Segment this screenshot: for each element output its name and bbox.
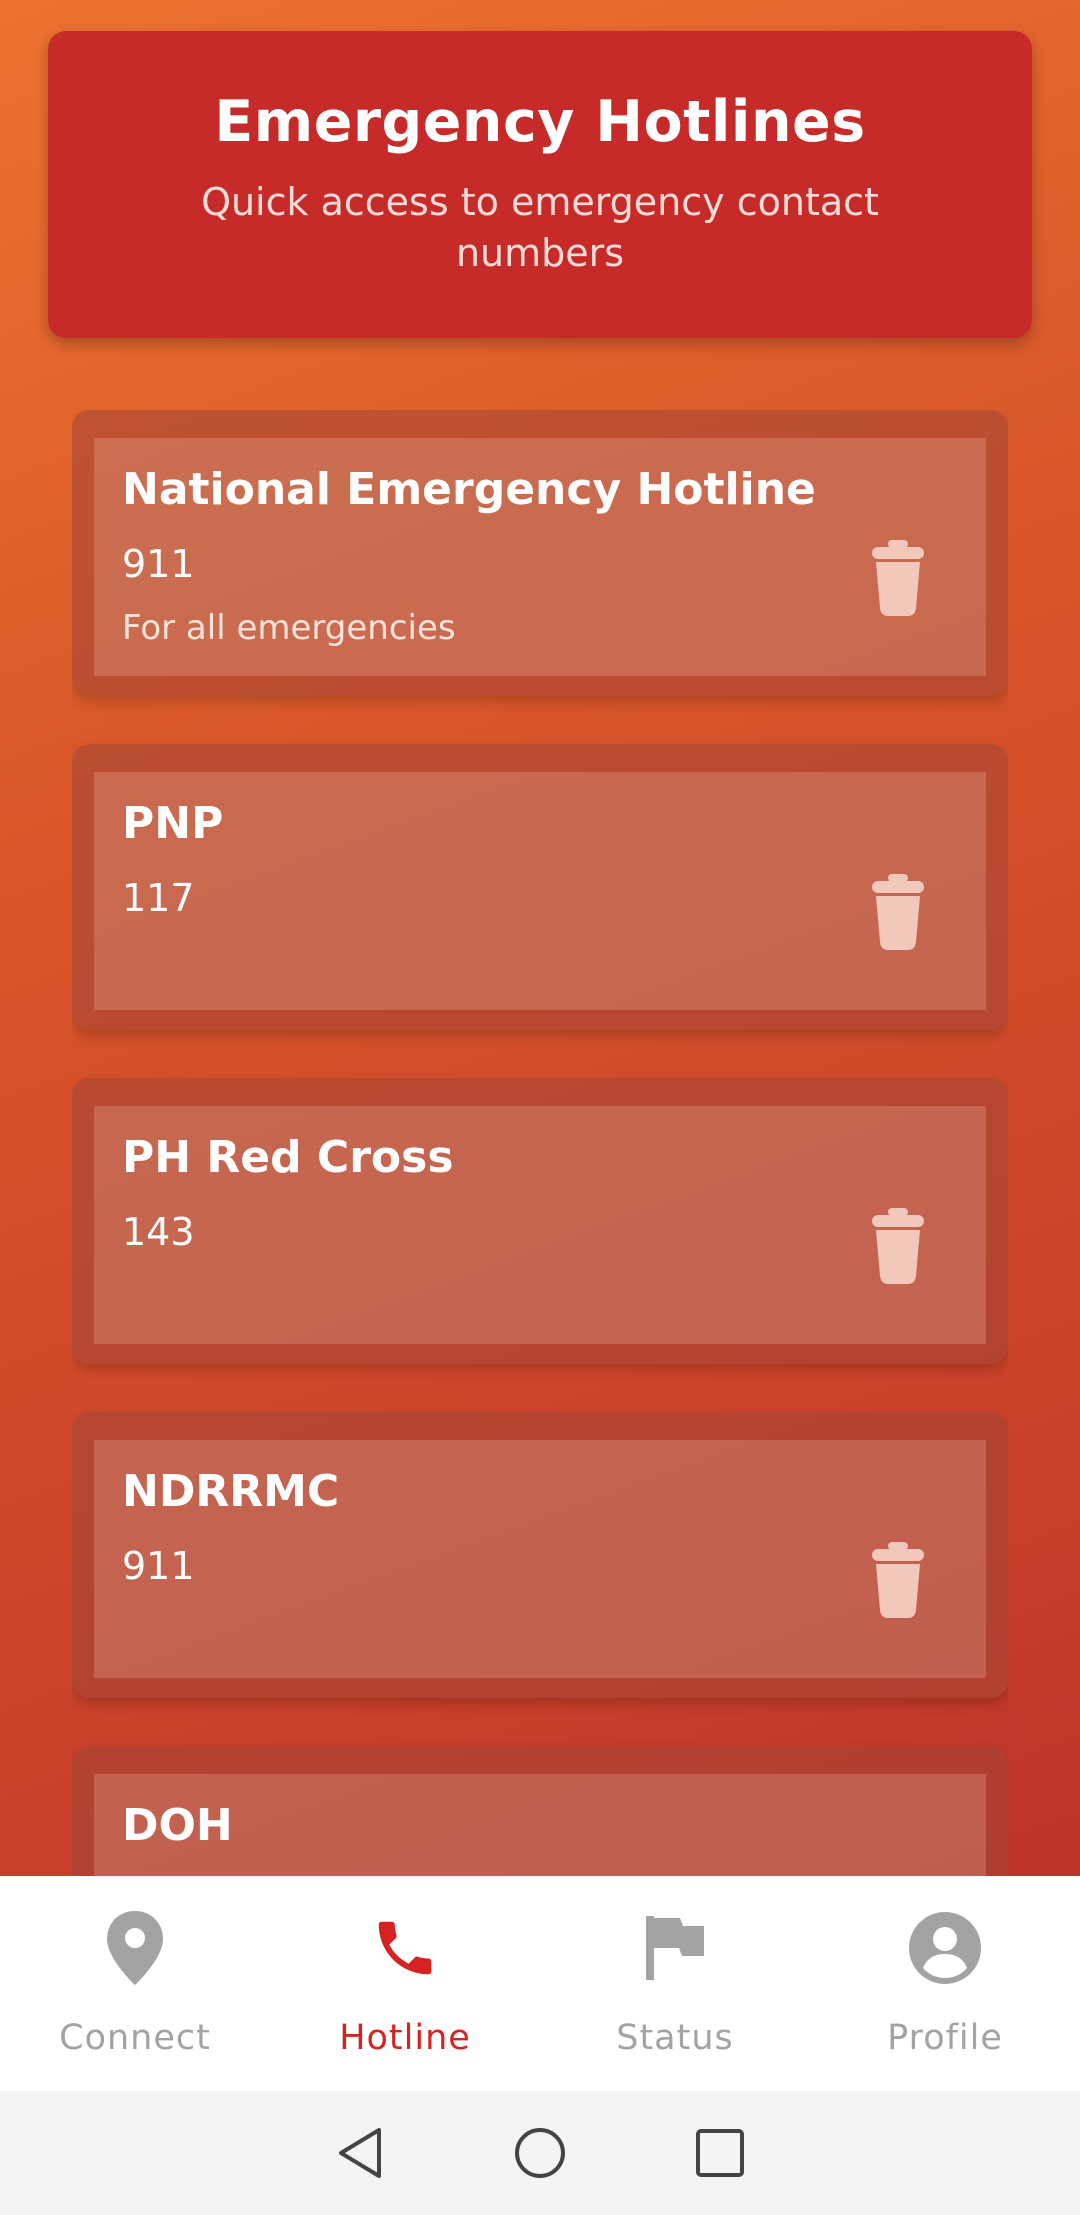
hotline-card-inner: DOH — [94, 1774, 986, 1876]
trash-icon — [872, 540, 924, 616]
page-title: Emergency Hotlines — [214, 89, 866, 155]
hotline-card-ndrrmc[interactable]: NDRRMC 911 — [72, 1412, 1008, 1698]
bottom-nav: Connect Hotline Status Profile — [0, 1876, 1080, 2091]
delete-button[interactable] — [868, 538, 928, 618]
hotline-list[interactable]: National Emergency Hotline 911 For all e… — [72, 410, 1008, 1876]
hotline-card-inner: NDRRMC 911 — [94, 1440, 986, 1678]
system-nav-bar — [0, 2091, 1080, 2215]
delete-button[interactable] — [868, 872, 928, 952]
back-icon[interactable] — [320, 2113, 400, 2193]
hotline-number[interactable]: 911 — [122, 542, 195, 586]
nav-label: Connect — [59, 2018, 211, 2058]
location-pin-icon — [95, 1908, 175, 1988]
header-card: Emergency Hotlines Quick access to emerg… — [48, 31, 1032, 338]
hotline-number[interactable]: 117 — [122, 876, 195, 920]
recents-icon[interactable] — [680, 2113, 760, 2193]
hotline-name: DOH — [122, 1800, 233, 1851]
nav-item-connect[interactable]: Connect — [0, 1876, 270, 2091]
hotline-card-red-cross[interactable]: PH Red Cross 143 — [72, 1078, 1008, 1364]
trash-icon — [872, 1542, 924, 1618]
hotline-name: National Emergency Hotline — [122, 464, 816, 515]
hotline-card-inner: National Emergency Hotline 911 For all e… — [94, 438, 986, 676]
hotline-name: PNP — [122, 798, 224, 849]
hotline-name: NDRRMC — [122, 1466, 340, 1517]
hotline-name: PH Red Cross — [122, 1132, 454, 1183]
nav-label: Profile — [887, 2018, 1003, 2058]
hotline-number[interactable]: 911 — [122, 1544, 195, 1588]
home-icon[interactable] — [500, 2113, 580, 2193]
hotline-card-national[interactable]: National Emergency Hotline 911 For all e… — [72, 410, 1008, 696]
hotline-card-inner: PNP 117 — [94, 772, 986, 1010]
nav-item-profile[interactable]: Profile — [810, 1876, 1080, 2091]
trash-icon — [872, 874, 924, 950]
trash-icon — [872, 1208, 924, 1284]
phone-icon — [365, 1908, 445, 1988]
nav-label: Hotline — [339, 2018, 471, 2058]
page-subtitle: Quick access to emergency contact number… — [201, 180, 879, 275]
flag-icon — [635, 1908, 715, 1988]
hotline-description: For all emergencies — [122, 608, 456, 648]
delete-button[interactable] — [868, 1206, 928, 1286]
hotline-card-inner: PH Red Cross 143 — [94, 1106, 986, 1344]
nav-item-status[interactable]: Status — [540, 1876, 810, 2091]
nav-item-hotline[interactable]: Hotline — [270, 1876, 540, 2091]
nav-label: Status — [616, 2018, 734, 2058]
delete-button[interactable] — [868, 1540, 928, 1620]
hotline-card-pnp[interactable]: PNP 117 — [72, 744, 1008, 1030]
hotline-card-doh[interactable]: DOH — [72, 1746, 1008, 1876]
hotline-number[interactable]: 143 — [122, 1210, 195, 1254]
account-circle-icon — [905, 1908, 985, 1988]
